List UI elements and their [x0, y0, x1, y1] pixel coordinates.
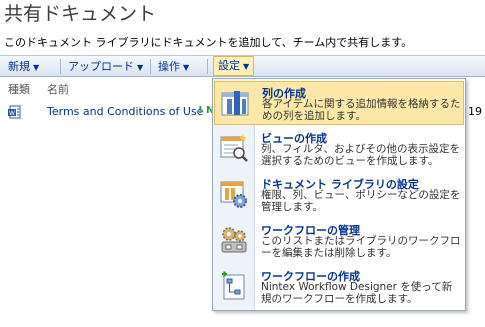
chevron-down-icon: ▼	[33, 63, 40, 72]
create-column-icon	[221, 91, 249, 116]
chevron-down-icon: ▼	[137, 63, 144, 72]
toolbar-separator	[207, 59, 208, 74]
actions-label: 操作	[158, 60, 180, 73]
create-workflow-icon	[222, 271, 245, 300]
menu-item-library-settings[interactable]: ドキュメント ライブラリの設定 権限、列、ビュー、ポリシーなどの設定を管理します…	[214, 173, 464, 217]
list-toolbar: 新規 ▼ アップロード ▼ 操作 ▼ 設定 ▼	[0, 55, 485, 77]
upload-label: アップロード	[68, 60, 134, 73]
menu-item-create-view[interactable]: ビューの作成 列、フィルタ、およびその他の表示設定を選択するためのビューを作成し…	[214, 127, 464, 171]
new-menu-button[interactable]: 新規 ▼	[8, 57, 39, 76]
menu-item-description: 各アイテムに関する追加情報を格納するための列を追加します。	[262, 98, 461, 122]
row-trailing-value: 19	[468, 105, 482, 118]
manage-workflows-icon	[221, 227, 247, 253]
word-document-icon[interactable]: W	[8, 105, 22, 119]
settings-label: 設定	[218, 59, 240, 72]
new-label: 新規	[8, 60, 30, 73]
create-view-icon	[220, 134, 248, 162]
menu-item-create-column[interactable]: 列の作成 各アイテムに関する追加情報を格納するための列を追加します。	[214, 81, 464, 125]
page-description: このドキュメント ライブラリにドキュメントを追加して、チーム内で共有します。	[4, 36, 413, 49]
svg-text:W: W	[9, 110, 15, 117]
menu-item-manage-workflows[interactable]: ワークフローの管理 このリストまたはライブラリのワークフローを編集または削除しま…	[214, 219, 464, 263]
actions-menu-button[interactable]: 操作 ▼	[158, 57, 189, 76]
column-header-type[interactable]: 種類	[8, 81, 30, 97]
settings-dropdown-menu: 列の作成 各アイテムに関する追加情報を格納するための列を追加します。 ビューの作…	[212, 78, 466, 311]
toolbar-separator	[150, 59, 151, 74]
toolbar-separator	[60, 59, 61, 74]
settings-menu-button[interactable]: 設定 ▼	[213, 56, 255, 76]
menu-item-create-workflow[interactable]: ワークフローの作成 Nintex Workflow Designer を使って新…	[214, 265, 464, 309]
library-settings-icon	[220, 181, 247, 208]
menu-item-description: このリストまたはライブラリのワークフローを編集または削除します。	[261, 235, 461, 259]
menu-item-description: 権限、列、ビュー、ポリシーなどの設定を管理します。	[261, 189, 461, 213]
upload-menu-button[interactable]: アップロード ▼	[68, 57, 143, 76]
menu-item-description: 列、フィルタ、およびその他の表示設定を選択するためのビューを作成します。	[261, 143, 460, 167]
column-header-name[interactable]: 名前	[47, 81, 69, 97]
chevron-down-icon: ▼	[183, 63, 190, 72]
document-link[interactable]: Terms and Conditions of Use	[47, 105, 203, 118]
page-title: 共有ドキュメント	[4, 3, 157, 25]
chevron-down-icon: ▼	[243, 62, 250, 71]
menu-item-description: Nintex Workflow Designer を使って新規のワークフローを作…	[261, 281, 453, 305]
